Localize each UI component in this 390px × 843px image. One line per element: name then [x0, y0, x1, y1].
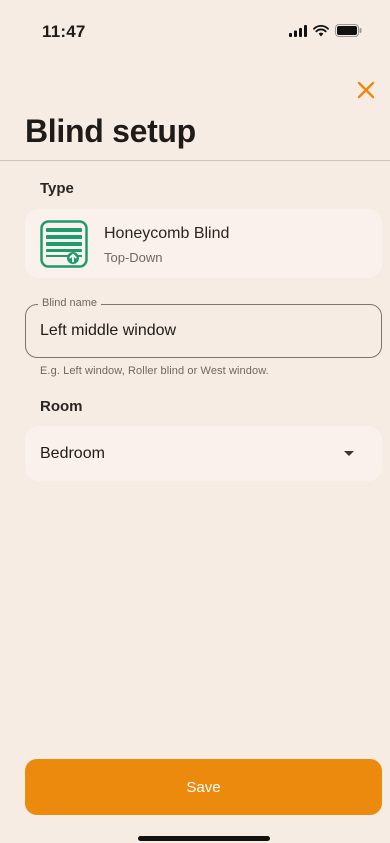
status-time: 11:47 [42, 22, 86, 41]
status-bar: 11:47 [0, 0, 390, 54]
blind-name-helper: E.g. Left window, Roller blind or West w… [40, 365, 269, 377]
blind-type-subtitle: Top-Down [104, 250, 163, 265]
blind-type-card[interactable]: Honeycomb Blind Top-Down [25, 209, 382, 278]
battery-icon [335, 24, 362, 37]
page-title: Blind setup [25, 113, 196, 149]
header-divider [0, 160, 390, 161]
room-selected-value: Bedroom [40, 445, 105, 462]
dropdown-arrow-icon [344, 451, 354, 456]
room-section-label: Room [40, 398, 83, 415]
room-select[interactable]: Bedroom [25, 426, 382, 481]
honeycomb-blind-icon [40, 220, 88, 268]
blind-name-label: Blind name [38, 297, 102, 309]
close-icon [357, 81, 375, 99]
blind-name-value: Left middle window [40, 322, 177, 339]
save-button[interactable]: Save [25, 759, 382, 815]
home-indicator [138, 836, 270, 841]
status-icons [289, 24, 362, 37]
blind-name-field[interactable]: Blind name Left middle window [25, 297, 382, 358]
signal-icon [289, 24, 307, 37]
wifi-icon [313, 24, 329, 36]
type-section-label: Type [40, 180, 74, 197]
close-button[interactable] [352, 76, 380, 104]
blind-type-name: Honeycomb Blind [104, 225, 230, 242]
